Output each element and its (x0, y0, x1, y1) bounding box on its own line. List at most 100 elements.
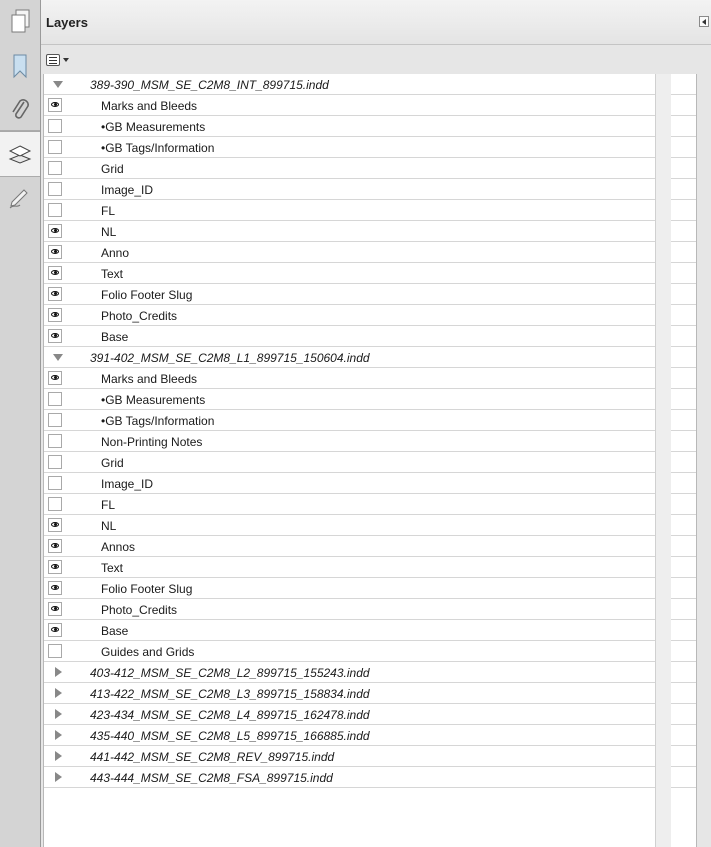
eye-icon[interactable] (48, 371, 62, 385)
signatures-icon[interactable] (0, 176, 40, 220)
layer-name: Guides and Grids (101, 645, 195, 659)
document-name: 413-422_MSM_SE_C2M8_L3_899715_158834.ind… (90, 687, 370, 701)
bookmarks-icon[interactable] (0, 44, 40, 88)
layer-name: Image_ID (101, 183, 154, 197)
visibility-toggle[interactable] (48, 182, 62, 196)
visibility-toggle[interactable] (48, 140, 62, 154)
layer-name: Text (101, 267, 124, 281)
attachments-icon[interactable] (0, 88, 40, 132)
layer-name: Non-Printing Notes (101, 435, 203, 449)
eye-icon[interactable] (48, 602, 62, 616)
layer-row[interactable]: Grid (44, 158, 696, 179)
layer-row[interactable]: Image_ID (44, 179, 696, 200)
panel-title: Layers (46, 15, 88, 30)
layer-name: •GB Measurements (101, 120, 206, 134)
eye-icon[interactable] (48, 518, 62, 532)
disclosure-collapsed-icon[interactable] (55, 730, 62, 740)
layer-row[interactable]: Non-Printing Notes (44, 431, 696, 452)
layer-row[interactable]: Photo_Credits (44, 599, 696, 620)
layer-row[interactable]: Folio Footer Slug (44, 578, 696, 599)
eye-icon[interactable] (48, 245, 62, 259)
layer-row[interactable]: Folio Footer Slug (44, 284, 696, 305)
visibility-toggle[interactable] (48, 644, 62, 658)
layer-row[interactable]: Grid (44, 452, 696, 473)
document-name: 403-412_MSM_SE_C2M8_L2_899715_155243.ind… (90, 666, 370, 680)
panel-toolbar (41, 45, 711, 73)
document-name: 423-434_MSM_SE_C2M8_L4_899715_162478.ind… (90, 708, 370, 722)
layer-name: Folio Footer Slug (101, 582, 193, 596)
visibility-toggle[interactable] (48, 497, 62, 511)
layer-row[interactable]: Text (44, 557, 696, 578)
document-row[interactable]: 441-442_MSM_SE_C2M8_REV_899715.indd (44, 746, 696, 767)
layer-name: Base (101, 330, 129, 344)
layer-row[interactable]: Anno (44, 242, 696, 263)
layer-row[interactable]: Marks and Bleeds (44, 368, 696, 389)
layer-row[interactable]: Photo_Credits (44, 305, 696, 326)
document-row[interactable]: 403-412_MSM_SE_C2M8_L2_899715_155243.ind… (44, 662, 696, 683)
visibility-toggle[interactable] (48, 434, 62, 448)
layer-name: Image_ID (101, 477, 154, 491)
layer-name: Folio Footer Slug (101, 288, 193, 302)
visibility-toggle[interactable] (48, 455, 62, 469)
layer-name: NL (101, 225, 117, 239)
visibility-toggle[interactable] (48, 392, 62, 406)
eye-icon[interactable] (48, 539, 62, 553)
layer-row[interactable]: Marks and Bleeds (44, 95, 696, 116)
vertical-scrollbar[interactable] (655, 74, 671, 847)
eye-icon[interactable] (48, 308, 62, 322)
eye-icon[interactable] (48, 581, 62, 595)
disclosure-collapsed-icon[interactable] (55, 772, 62, 782)
disclosure-collapsed-icon[interactable] (55, 751, 62, 761)
document-row[interactable]: 443-444_MSM_SE_C2M8_FSA_899715.indd (44, 767, 696, 788)
eye-icon[interactable] (48, 623, 62, 637)
document-name: 443-444_MSM_SE_C2M8_FSA_899715.indd (90, 771, 333, 785)
layer-row[interactable]: •GB Tags/Information (44, 410, 696, 431)
visibility-toggle[interactable] (48, 476, 62, 490)
visibility-toggle[interactable] (48, 119, 62, 133)
document-name: 389-390_MSM_SE_C2M8_INT_899715.indd (90, 78, 329, 92)
disclosure-expanded-icon[interactable] (53, 81, 63, 88)
pages-icon[interactable] (0, 0, 40, 44)
eye-icon[interactable] (48, 266, 62, 280)
document-name: 435-440_MSM_SE_C2M8_L5_899715_166885.ind… (90, 729, 370, 743)
layers-icon[interactable] (0, 131, 40, 177)
collapse-panel-button[interactable] (699, 16, 709, 27)
document-row[interactable]: 435-440_MSM_SE_C2M8_L5_899715_166885.ind… (44, 725, 696, 746)
layer-row[interactable]: NL (44, 515, 696, 536)
layer-name: Anno (101, 246, 130, 260)
layer-name: FL (101, 498, 116, 512)
layer-row[interactable]: FL (44, 200, 696, 221)
layer-row[interactable]: •GB Tags/Information (44, 137, 696, 158)
options-menu-button[interactable] (46, 53, 72, 67)
layer-row[interactable]: •GB Measurements (44, 389, 696, 410)
visibility-toggle[interactable] (48, 161, 62, 175)
layer-row[interactable]: •GB Measurements (44, 116, 696, 137)
layer-row[interactable]: Text (44, 263, 696, 284)
document-row[interactable]: 423-434_MSM_SE_C2M8_L4_899715_162478.ind… (44, 704, 696, 725)
document-row[interactable]: 413-422_MSM_SE_C2M8_L3_899715_158834.ind… (44, 683, 696, 704)
layer-row[interactable]: Base (44, 326, 696, 347)
layer-row[interactable]: Annos (44, 536, 696, 557)
layer-name: Grid (101, 456, 124, 470)
eye-icon[interactable] (48, 224, 62, 238)
layer-row[interactable]: Base (44, 620, 696, 641)
eye-icon[interactable] (48, 287, 62, 301)
document-row[interactable]: 389-390_MSM_SE_C2M8_INT_899715.indd (44, 74, 696, 95)
layer-row[interactable]: FL (44, 494, 696, 515)
disclosure-collapsed-icon[interactable] (55, 688, 62, 698)
disclosure-collapsed-icon[interactable] (55, 709, 62, 719)
eye-icon[interactable] (48, 329, 62, 343)
document-row[interactable]: 391-402_MSM_SE_C2M8_L1_899715_150604.ind… (44, 347, 696, 368)
layer-row[interactable]: NL (44, 221, 696, 242)
visibility-toggle[interactable] (48, 413, 62, 427)
layer-name: Photo_Credits (101, 603, 178, 617)
navigation-rail (0, 0, 41, 847)
eye-icon[interactable] (48, 98, 62, 112)
eye-icon[interactable] (48, 560, 62, 574)
disclosure-expanded-icon[interactable] (53, 354, 63, 361)
visibility-toggle[interactable] (48, 203, 62, 217)
layer-name: Grid (101, 162, 124, 176)
layer-row[interactable]: Guides and Grids (44, 641, 696, 662)
disclosure-collapsed-icon[interactable] (55, 667, 62, 677)
layer-row[interactable]: Image_ID (44, 473, 696, 494)
